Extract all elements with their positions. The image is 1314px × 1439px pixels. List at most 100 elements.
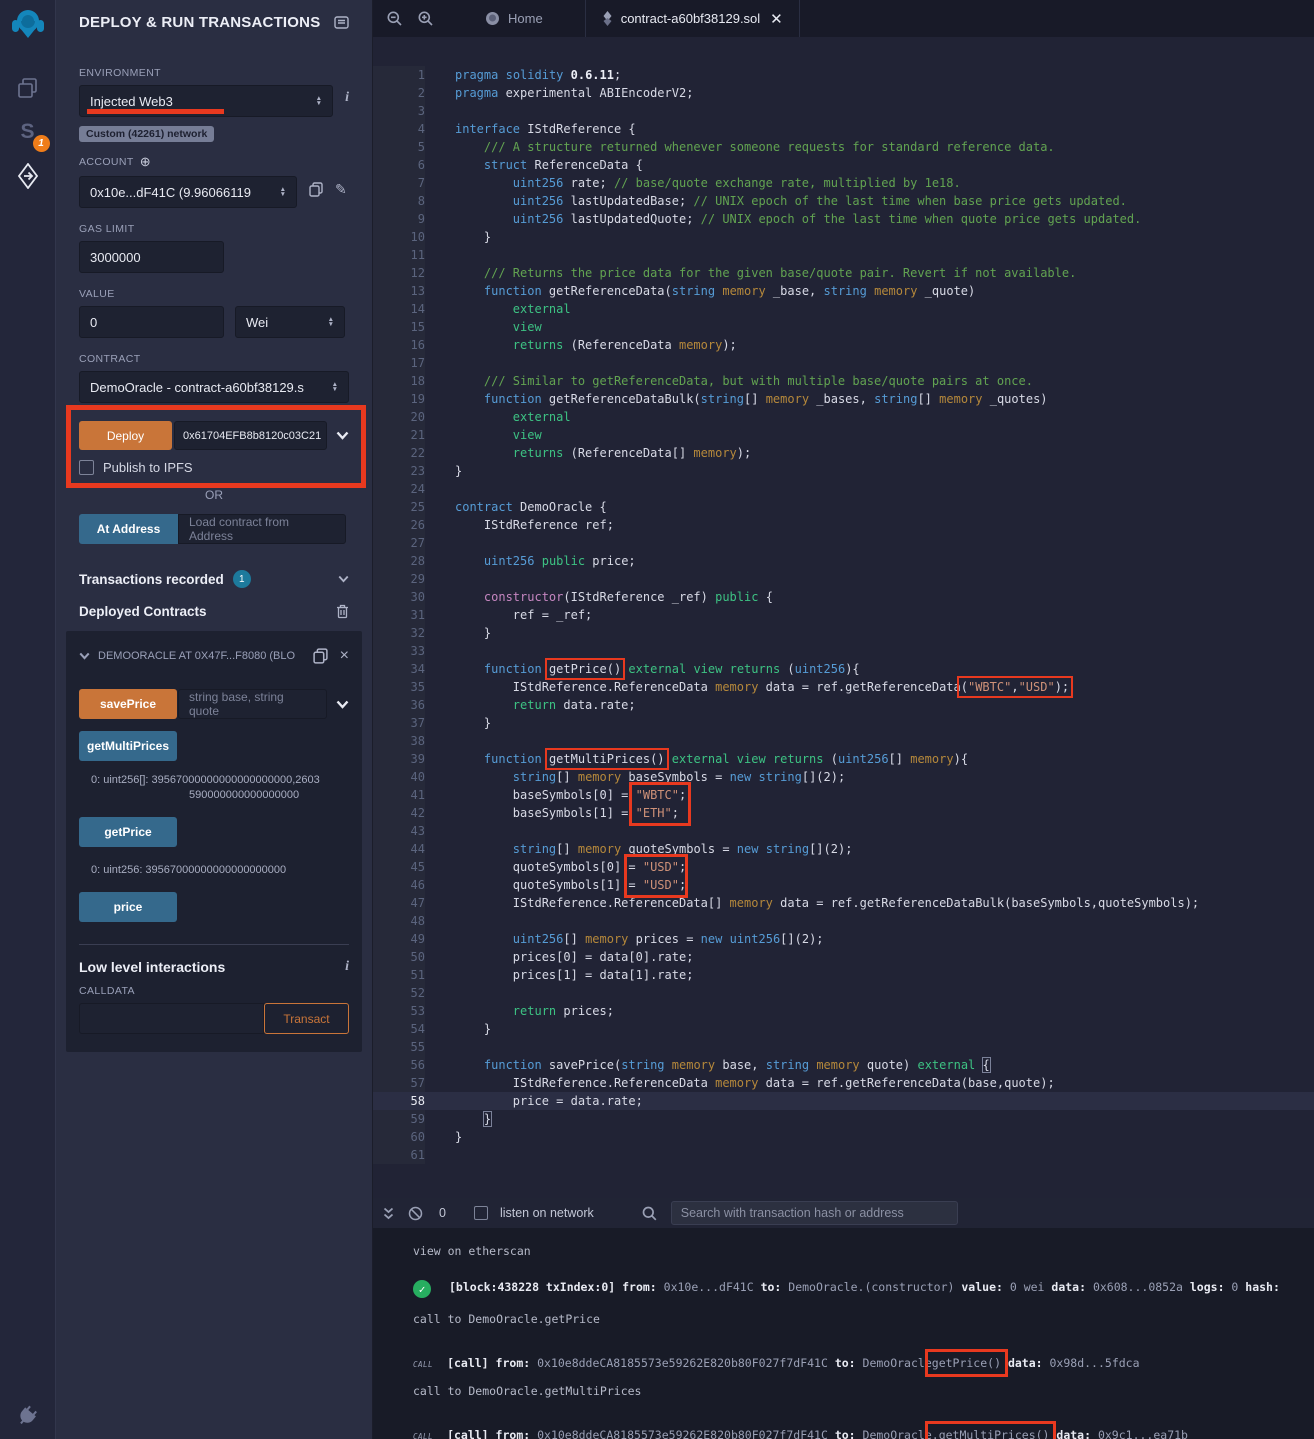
value-unit-select[interactable]: Wei ▲▼ <box>235 306 345 338</box>
code-editor[interactable]: 1pragma solidity 0.6.11;2pragma experime… <box>373 37 1314 1198</box>
code-line: 35 IStdReference.ReferenceData memory da… <box>373 678 1314 696</box>
at-address-input[interactable]: Load contract from Address <box>178 514 346 544</box>
select-arrows-icon: ▲▼ <box>280 187 286 197</box>
code-line: 54 } <box>373 1020 1314 1038</box>
calldata-label: CALLDATA <box>79 985 349 997</box>
code-line: 23} <box>373 462 1314 480</box>
deploy-button[interactable]: Deploy <box>79 421 172 450</box>
listen-network-checkbox[interactable] <box>474 1206 488 1220</box>
listen-network-label: listen on network <box>500 1206 594 1220</box>
contract-select[interactable]: DemoOracle - contract-a60bf38129.s ▲▼ <box>79 371 349 403</box>
clear-console-icon[interactable] <box>408 1206 423 1221</box>
code-line: 16 returns (ReferenceData memory); <box>373 336 1314 354</box>
code-line: 20 external <box>373 408 1314 426</box>
add-account-icon[interactable]: ⊕ <box>140 154 151 170</box>
transact-button[interactable]: Transact <box>264 1003 349 1034</box>
environment-select[interactable]: Injected Web3 ▲▼ <box>79 85 333 117</box>
terminal-log[interactable]: view on etherscan✓[block:438228 txIndex:… <box>373 1228 1314 1439</box>
chevron-down-icon[interactable] <box>338 575 349 583</box>
plugin-manager-icon[interactable] <box>0 1403 56 1427</box>
low-level-info-icon[interactable]: i <box>345 959 349 975</box>
value-label: VALUE <box>79 288 349 300</box>
environment-info-icon[interactable]: i <box>345 90 349 106</box>
select-arrows-icon: ▲▼ <box>316 96 322 106</box>
zoom-out-icon[interactable] <box>387 11 402 26</box>
terminal-row: call[call] from: 0x10e8ddeCA8185573e5926… <box>413 1356 1314 1370</box>
publish-ipfs-checkbox[interactable] <box>79 460 94 475</box>
close-tab-icon[interactable]: ✕ <box>770 10 783 28</box>
low-level-title: Low level interactions <box>79 959 225 975</box>
chevron-down-icon[interactable] <box>79 652 90 660</box>
solidity-compiler-icon[interactable]: S 1 <box>10 114 46 150</box>
code-line: 61 <box>373 1146 1314 1164</box>
terminal-row: call to DemoOracle.getPrice <box>413 1312 1314 1326</box>
code-line: 53 return prices; <box>373 1002 1314 1020</box>
saveprice-button[interactable]: savePrice <box>79 689 177 719</box>
code-line: 59 } <box>373 1110 1314 1128</box>
deploy-run-icon[interactable] <box>10 158 46 194</box>
code-line: 26 IStdReference ref; <box>373 516 1314 534</box>
value-input[interactable]: 0 <box>79 306 224 338</box>
or-separator: OR <box>79 488 349 502</box>
search-icon <box>642 1206 657 1221</box>
getprice-button[interactable]: getPrice <box>79 817 177 847</box>
editor-region: Home contract-a60bf38129.sol ✕ 1pragma s… <box>373 0 1314 1439</box>
copy-address-icon[interactable] <box>313 648 328 664</box>
code-line: 4interface IStdReference { <box>373 120 1314 138</box>
price-button[interactable]: price <box>79 892 177 922</box>
sign-message-icon[interactable]: ✎ <box>335 181 347 198</box>
chevron-down-icon[interactable] <box>336 700 349 709</box>
copy-account-icon[interactable] <box>309 182 323 197</box>
tab-bar: Home contract-a60bf38129.sol ✕ <box>373 0 1314 37</box>
code-line: 2pragma experimental ABIEncoderV2; <box>373 84 1314 102</box>
trash-icon[interactable] <box>336 604 349 619</box>
code-line: 11 <box>373 246 1314 264</box>
remove-contract-icon[interactable]: × <box>340 647 349 665</box>
contract-label: CONTRACT <box>79 353 349 365</box>
gas-limit-input[interactable]: 3000000 <box>79 241 224 273</box>
code-line: 41 baseSymbols[0] = "WBTC"; <box>373 786 1314 804</box>
chevron-down-icon[interactable] <box>336 431 349 440</box>
select-arrows-icon: ▲▼ <box>332 382 338 392</box>
getprice-output: 0: uint256: 39567000000000000000000 <box>79 863 349 878</box>
code-line: 30 constructor(IStdReference _ref) publi… <box>373 588 1314 606</box>
code-line: 39 function getMultiPrices() external vi… <box>373 750 1314 768</box>
file-explorer-icon[interactable] <box>10 70 46 106</box>
code-line: 7 uint256 rate; // base/quote exchange r… <box>373 174 1314 192</box>
select-arrows-icon: ▲▼ <box>328 317 334 327</box>
at-address-button[interactable]: At Address <box>79 514 178 544</box>
terminal-search-input[interactable]: Search with transaction hash or address <box>671 1201 958 1225</box>
getmultiprices-output: 0: uint256[]: 39567000000000000000000,26… <box>79 773 349 803</box>
account-select[interactable]: 0x10e...dF41C (9.96066119 ▲▼ <box>79 176 297 208</box>
code-line: 14 external <box>373 300 1314 318</box>
panel-title: DEPLOY & RUN TRANSACTIONS <box>79 14 320 31</box>
transactions-recorded-label: Transactions recorded <box>79 572 224 587</box>
saveprice-args-input[interactable]: string base, string quote <box>178 689 327 719</box>
code-line: 40 string[] memory baseSymbols = new str… <box>373 768 1314 786</box>
calldata-input[interactable] <box>79 1003 264 1034</box>
compiler-badge: 1 <box>33 135 50 152</box>
code-line: 52 <box>373 984 1314 1002</box>
terminal-row: view on etherscan <box>413 1244 1314 1258</box>
docs-icon[interactable] <box>334 16 349 29</box>
code-line: 5 /// A structure returned whenever some… <box>373 138 1314 156</box>
deploy-arg-input[interactable]: 0x61704EFB8b8120c03C21 <box>174 421 327 450</box>
red-annotation-inline-box: getMultiPrices() <box>549 752 665 766</box>
collapse-terminal-icon[interactable] <box>383 1207 394 1220</box>
code-line: 13 function getReferenceData(string memo… <box>373 282 1314 300</box>
deployed-contracts-label: Deployed Contracts <box>79 604 207 619</box>
tab-home[interactable]: Home <box>469 0 559 37</box>
code-line: 10 } <box>373 228 1314 246</box>
divider <box>79 944 349 945</box>
deployed-contract-card: DEMOORACLE AT 0X47F...F8080 (BLO × saveP… <box>66 631 362 1052</box>
code-line: 6 struct ReferenceData { <box>373 156 1314 174</box>
code-line: 60} <box>373 1128 1314 1146</box>
remix-logo-icon[interactable] <box>11 8 45 44</box>
getmultiprices-button[interactable]: getMultiPrices <box>79 731 177 761</box>
zoom-in-icon[interactable] <box>418 11 433 26</box>
terminal-row: call[call] from: 0x10e8ddeCA8185573e5926… <box>413 1428 1314 1439</box>
code-line: 50 prices[0] = data[0].rate; <box>373 948 1314 966</box>
tab-contract-file[interactable]: contract-a60bf38129.sol ✕ <box>585 0 800 37</box>
deploy-run-panel: DEPLOY & RUN TRANSACTIONS ENVIRONMENT In… <box>56 0 373 1439</box>
code-line: 37 } <box>373 714 1314 732</box>
